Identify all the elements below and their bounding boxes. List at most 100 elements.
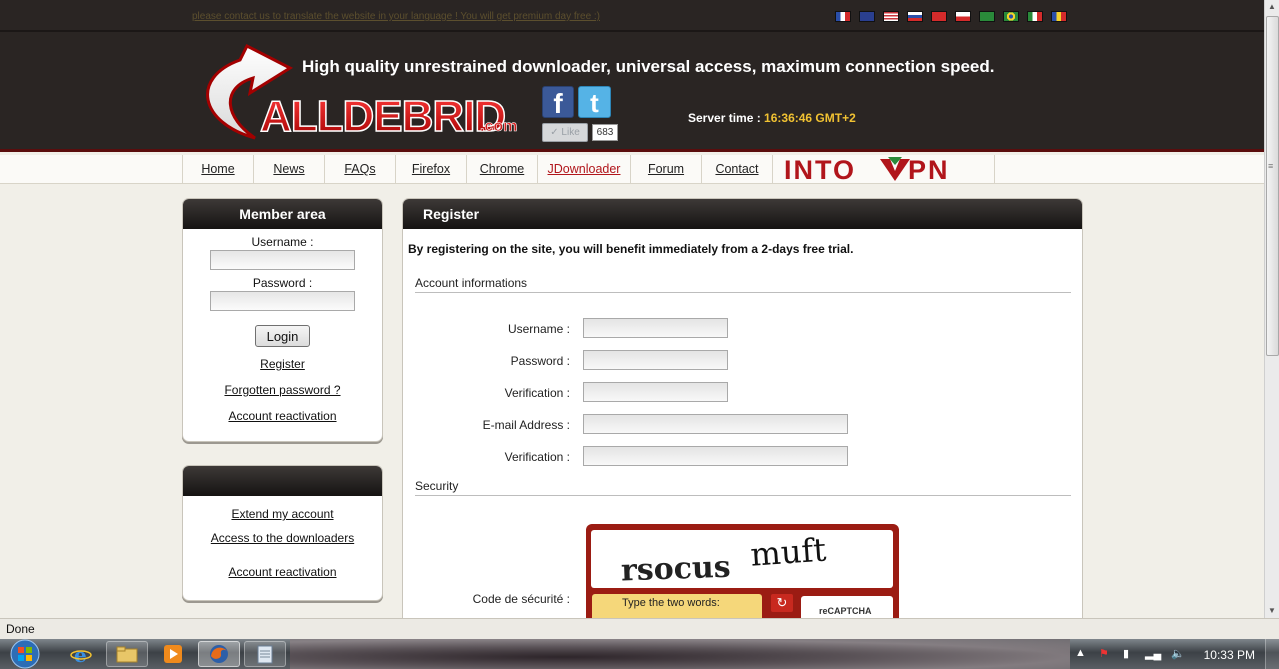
account-panel: Extend my account Access to the download… <box>182 465 383 601</box>
scroll-down-icon[interactable]: ▼ <box>1268 606 1276 615</box>
like-label: Like <box>561 127 580 138</box>
captcha-reload-icon[interactable]: ↻ <box>771 594 793 612</box>
flag-pl-icon[interactable] <box>955 11 971 22</box>
network-signal-icon[interactable]: ▂▄ <box>1145 647 1161 660</box>
login-button[interactable]: Login <box>255 325 310 347</box>
password-label: Password : <box>510 354 570 368</box>
login-password-input[interactable] <box>210 291 355 311</box>
flag-tr-icon[interactable] <box>931 11 947 22</box>
top-bar: please contact us to translate the websi… <box>0 0 1264 32</box>
site-tagline: High quality unrestrained downloader, un… <box>302 57 995 76</box>
account-info-heading: Account informations <box>415 276 1071 293</box>
flag-us-icon[interactable] <box>883 11 899 22</box>
nav-items: Home News FAQs Firefox Chrome JDownloade… <box>182 155 995 184</box>
password-input[interactable] <box>583 350 728 370</box>
vertical-scrollbar[interactable]: ▲ ≡ ▼ <box>1264 0 1279 618</box>
notepad-icon <box>257 645 273 664</box>
account-panel-title <box>183 466 382 496</box>
flag-it-icon[interactable] <box>1027 11 1043 22</box>
intovpn-ad-banner[interactable]: INTO PN <box>773 155 995 184</box>
forgot-password-link[interactable]: Forgotten password ? <box>183 383 382 397</box>
member-area-panel: Member area Username : Password : Login … <box>182 198 383 442</box>
battery-icon[interactable]: ▮ <box>1123 647 1129 660</box>
firefox-icon <box>210 645 228 663</box>
taskbar-explorer[interactable] <box>106 641 148 667</box>
flag-br-icon[interactable] <box>1003 11 1019 22</box>
register-link[interactable]: Register <box>183 357 382 371</box>
svg-text:PN: PN <box>908 157 950 183</box>
system-clock[interactable]: 10:33 PM <box>1204 648 1255 662</box>
like-count: 683 <box>592 124 618 141</box>
status-text: Done <box>6 622 35 636</box>
volume-icon[interactable]: 🔈 <box>1171 647 1185 660</box>
recaptcha-widget: rsocus muft Type the two words: ↻ reCAPT… <box>586 524 899 618</box>
account-reactivation-link-2[interactable]: Account reactivation <box>183 565 382 579</box>
nav-forum[interactable]: Forum <box>631 155 702 184</box>
nav-faqs[interactable]: FAQs <box>325 155 396 184</box>
intovpn-logo: INTO PN <box>784 156 950 183</box>
login-password-label: Password : <box>252 276 313 290</box>
taskbar-media-player[interactable] <box>152 641 194 667</box>
flag-eu-icon[interactable] <box>859 11 875 22</box>
server-time-value: 16:36:46 GMT+2 <box>764 111 856 125</box>
nav-jdownloader[interactable]: JDownloader <box>538 155 631 184</box>
main-nav: Home News FAQs Firefox Chrome JDownloade… <box>0 155 1264 184</box>
extend-account-link[interactable]: Extend my account <box>183 507 382 521</box>
login-username-label: Username : <box>251 235 314 249</box>
email-input[interactable] <box>583 414 848 434</box>
windows-taskbar: e ▲ ⚑ ▮ ▂▄ 🔈 10:33 PM <box>0 639 1279 669</box>
username-label: Username : <box>507 322 570 336</box>
account-reactivation-link[interactable]: Account reactivation <box>183 409 382 423</box>
captcha-prompt-area: Type the two words: <box>592 594 762 618</box>
recaptcha-logo: reCAPTCHA <box>801 596 893 618</box>
flag-ru-icon[interactable] <box>907 11 923 22</box>
translate-link[interactable]: please contact us to translate the websi… <box>192 11 600 22</box>
alldebrid-logo[interactable]: ALLDEBRID .com <box>195 38 525 146</box>
flag-ro-icon[interactable] <box>1051 11 1067 22</box>
start-button[interactable] <box>4 639 46 669</box>
facebook-like-button[interactable]: ✓ Like <box>542 123 588 142</box>
server-time-label: Server time : <box>688 111 761 125</box>
browser-viewport: please contact us to translate the websi… <box>0 0 1264 618</box>
show-desktop-button[interactable] <box>1265 639 1279 669</box>
email-verification-input[interactable] <box>583 446 848 466</box>
nav-chrome[interactable]: Chrome <box>467 155 538 184</box>
facebook-icon[interactable]: f <box>542 86 574 119</box>
captcha-prompt: Type the two words: <box>622 597 720 609</box>
register-title: Register <box>403 199 1082 229</box>
downloaders-link[interactable]: Access to the downloaders <box>183 531 382 545</box>
captcha-word-1: rsocus <box>620 550 731 588</box>
show-hidden-icons-icon[interactable]: ▲ <box>1075 647 1086 659</box>
taskbar-firefox[interactable] <box>198 641 240 667</box>
site-header: ALLDEBRID .com High quality unrestrained… <box>0 32 1264 152</box>
scroll-up-icon[interactable]: ▲ <box>1268 2 1276 11</box>
thumbs-up-icon: ✓ <box>550 127 559 138</box>
scroll-grip-icon: ≡ <box>1268 161 1274 171</box>
taskbar-background <box>290 639 1070 669</box>
flag-fr-icon[interactable] <box>835 11 851 22</box>
security-heading: Security <box>415 479 1071 496</box>
twitter-icon[interactable]: t <box>578 86 611 118</box>
scroll-thumb[interactable] <box>1266 16 1279 356</box>
taskbar-notepad[interactable] <box>244 641 286 667</box>
internet-explorer-icon: e <box>70 643 92 665</box>
system-tray: ▲ ⚑ ▮ ▂▄ 🔈 10:33 PM <box>1069 639 1279 669</box>
folder-icon <box>116 646 138 663</box>
register-panel: Register By registering on the site, you… <box>402 198 1083 618</box>
server-time: Server time : 16:36:46 GMT+2 <box>688 111 856 125</box>
nav-home[interactable]: Home <box>183 155 254 184</box>
login-username-input[interactable] <box>210 250 355 270</box>
username-input[interactable] <box>583 318 728 338</box>
nav-news[interactable]: News <box>254 155 325 184</box>
security-code-label: Code de sécurité : <box>472 592 570 606</box>
svg-text:ALLDEBRID: ALLDEBRID <box>260 92 505 141</box>
action-center-flag-icon[interactable]: ⚑ <box>1099 647 1109 660</box>
nav-contact[interactable]: Contact <box>702 155 773 184</box>
svg-text:.com: .com <box>480 118 517 135</box>
password-verification-input[interactable] <box>583 382 728 402</box>
language-flags <box>835 11 1067 22</box>
flag-sa-icon[interactable] <box>979 11 995 22</box>
nav-firefox[interactable]: Firefox <box>396 155 467 184</box>
taskbar-internet-explorer[interactable]: e <box>60 641 102 667</box>
register-intro: By registering on the site, you will ben… <box>408 242 854 256</box>
